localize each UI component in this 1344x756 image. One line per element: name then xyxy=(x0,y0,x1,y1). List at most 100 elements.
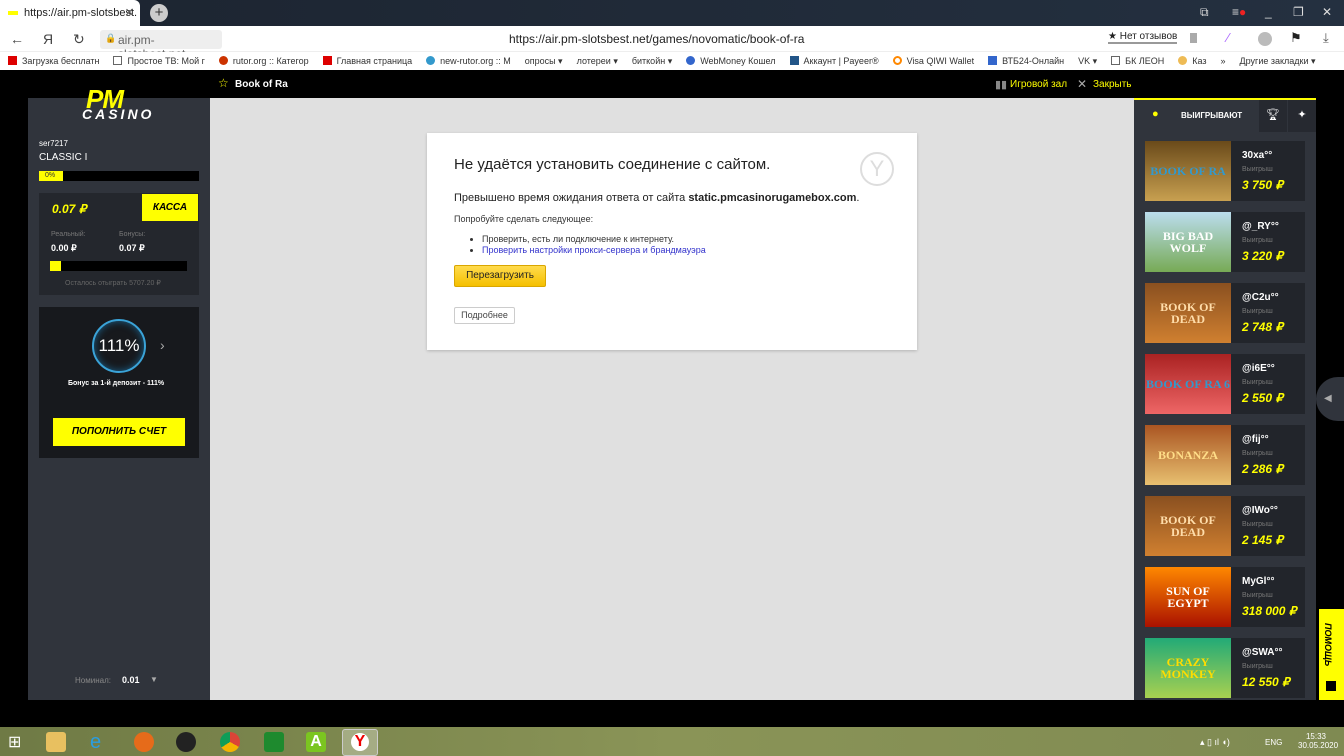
close-tab-icon[interactable]: ✕ xyxy=(125,6,134,19)
bookmark-folder[interactable]: опросы ▾ xyxy=(525,56,563,67)
help-label: ПОМОЩЬ xyxy=(1323,623,1333,667)
trophy-icon[interactable]: 🏆︎ xyxy=(1259,100,1287,132)
bookmark-icon[interactable] xyxy=(1190,33,1197,43)
pm-casino-logo[interactable]: PM CASINO xyxy=(80,84,160,124)
download-icon[interactable]: ⤓ xyxy=(1323,30,1329,46)
winner-item[interactable]: BONANZA @fij°° Выигрыш 2 286 ₽ xyxy=(1145,425,1305,485)
minimize-button[interactable]: _ xyxy=(1265,5,1272,19)
winner-item[interactable]: CRAZY MONKEY @SWA°° Выигрыш 12 550 ₽ xyxy=(1145,638,1305,698)
winner-item[interactable]: BIG BAD WOLF @_RY°° Выигрыш 3 220 ₽ xyxy=(1145,212,1305,272)
clock[interactable]: 15:33 30.05.2020 xyxy=(1298,732,1339,750)
help-button[interactable]: ПОМОЩЬ xyxy=(1319,609,1344,700)
bookmark-item[interactable]: Главная страница xyxy=(322,56,412,66)
clock-date: 30.05.2020 xyxy=(1298,741,1339,750)
bookmark-item[interactable]: Простое ТВ: Мой г xyxy=(113,56,205,66)
winner-item[interactable]: BOOK OF DEAD @C2u°° Выигрыш 2 748 ₽ xyxy=(1145,283,1305,343)
win-label: Выигрыш xyxy=(1242,166,1273,173)
bookmark-item[interactable]: WebMoney Кошел xyxy=(686,56,776,66)
game-thumbnail[interactable]: BONANZA xyxy=(1145,425,1231,485)
bookmark-item[interactable]: Каз xyxy=(1178,56,1207,66)
details-button[interactable]: Подробнее xyxy=(454,307,515,324)
host-field[interactable]: 🔒air.pm-slotsbest.net xyxy=(100,30,222,61)
winner-user: @IWo°° xyxy=(1242,505,1278,516)
bookmark-folder[interactable]: биткойн ▾ xyxy=(632,56,672,67)
restore-button[interactable]: ❐ xyxy=(1293,5,1304,19)
reload-icon[interactable]: ↻ xyxy=(73,31,85,48)
pen-icon[interactable]: ⁄ xyxy=(1227,30,1229,45)
tournament-icon[interactable]: ✦ xyxy=(1288,100,1316,132)
ie-icon[interactable]: e xyxy=(90,732,110,752)
winner-item[interactable]: SUN OF EGYPT MyGl°° Выигрыш 318 000 ₽ xyxy=(1145,567,1305,627)
reviews-button[interactable]: ★ Нет отзывов xyxy=(1108,31,1178,44)
bookmark-item[interactable]: new-rutor.org :: М xyxy=(426,56,511,66)
game-thumbnail[interactable]: CRAZY MONKEY xyxy=(1145,638,1231,698)
win-label: Выигрыш xyxy=(1242,237,1273,244)
winner-item[interactable]: BOOK OF RA 6 @i6E°° Выигрыш 2 550 ₽ xyxy=(1145,354,1305,414)
level-progress-label: 0% xyxy=(39,171,63,181)
language-indicator[interactable]: ENG xyxy=(1265,738,1282,747)
close-window-button[interactable]: ✕ xyxy=(1322,5,1332,19)
win-amount: 3 750 ₽ xyxy=(1242,178,1283,192)
app-a-icon[interactable]: A xyxy=(306,732,326,752)
tab-winners[interactable]: ● ВЫИГРЫВАЮТ xyxy=(1134,100,1259,132)
bookmark-folder[interactable]: лотереи ▾ xyxy=(577,56,618,67)
tray-icons[interactable]: ▴ ▯ ıl ◖) xyxy=(1200,737,1230,748)
winner-item[interactable]: BOOK OF DEAD @IWo°° Выигрыш 2 145 ₽ xyxy=(1145,496,1305,556)
game-thumbnail[interactable]: BOOK OF DEAD xyxy=(1145,283,1231,343)
chevron-right-icon[interactable]: › xyxy=(160,337,165,353)
close-icon[interactable]: ✕ xyxy=(1077,77,1087,91)
bookmarks-bar: Загрузка бесплатн Простое ТВ: Мой г ruto… xyxy=(0,52,1344,70)
yandex-icon[interactable]: Я xyxy=(43,31,53,47)
bonus-text: Бонус за 1-й депозит - 111% xyxy=(68,380,165,387)
explorer-icon[interactable] xyxy=(46,732,66,752)
bookmark-item[interactable]: ВТБ24-Онлайн xyxy=(988,56,1064,66)
globe-icon[interactable] xyxy=(1258,32,1272,46)
chevron-down-icon[interactable]: ▼ xyxy=(150,675,158,684)
nox-icon[interactable] xyxy=(176,732,196,752)
windows-start-icon[interactable]: ⊞ xyxy=(8,732,28,752)
winner-user: @SWA°° xyxy=(1242,647,1283,658)
bookmark-item[interactable]: Аккаунт | Payeer® xyxy=(789,56,879,66)
store-icon[interactable] xyxy=(264,732,284,752)
reload-button[interactable]: Перезагрузить xyxy=(454,265,546,287)
proxy-settings-link[interactable]: Проверить настройки прокси-сервера и бра… xyxy=(482,245,706,255)
username: ser7217 xyxy=(39,139,68,148)
bookmarks-icon[interactable]: ⧉ xyxy=(1200,5,1209,20)
browser-tab-bar xyxy=(0,0,1344,26)
favorite-star-icon[interactable]: ☆ xyxy=(218,76,229,90)
back-icon[interactable]: ← xyxy=(10,31,24,47)
other-bookmarks[interactable]: Другие закладки ▾ xyxy=(1240,56,1316,67)
game-thumbnail[interactable]: BIG BAD WOLF xyxy=(1145,212,1231,272)
winner-item[interactable]: BOOK OF RA 30xa°° Выигрыш 3 750 ₽ xyxy=(1145,141,1305,201)
more-bookmarks-button[interactable]: » xyxy=(1221,56,1226,66)
game-thumbnail[interactable]: SUN OF EGYPT xyxy=(1145,567,1231,627)
extension-icon[interactable]: ⚑ xyxy=(1290,30,1302,46)
bookmark-item[interactable]: Visa QIWI Wallet xyxy=(892,56,974,66)
suggestion-check-internet: Проверить, есть ли подключение к интерне… xyxy=(482,234,706,245)
cashier-button[interactable]: КАССА xyxy=(142,194,198,221)
collapse-panel-button[interactable]: ◀ xyxy=(1316,377,1344,421)
bookmark-item[interactable]: БК ЛЕОН xyxy=(1111,56,1164,66)
url-text[interactable]: https://air.pm-slotsbest.net/games/novom… xyxy=(509,32,804,46)
deposit-button[interactable]: ПОПОЛНИТЬ СЧЕТ xyxy=(53,418,185,446)
yandex-browser-taskbar-icon[interactable]: Y xyxy=(342,729,378,756)
game-thumbnail[interactable]: BOOK OF DEAD xyxy=(1145,496,1231,556)
menu-icon[interactable]: ≡● xyxy=(1232,5,1246,19)
winner-user: 30xa°° xyxy=(1242,150,1273,161)
win-label: Выигрыш xyxy=(1242,379,1273,386)
new-tab-button[interactable]: + xyxy=(150,4,168,22)
browser-tab[interactable]: https://air.pm-slotsbest. ✕ xyxy=(0,0,140,26)
game-hall-link[interactable]: Игровой зал xyxy=(1010,79,1067,90)
winner-user: MyGl°° xyxy=(1242,576,1275,587)
close-game-link[interactable]: Закрыть xyxy=(1093,79,1132,90)
tab-winners-label: ВЫИГРЫВАЮТ xyxy=(1181,111,1243,120)
chrome-icon[interactable] xyxy=(220,732,240,752)
bookmark-folder[interactable]: VK ▾ xyxy=(1078,56,1097,67)
game-thumbnail[interactable]: BOOK OF RA xyxy=(1145,141,1231,201)
nominal-value[interactable]: 0.01 xyxy=(122,675,140,685)
game-title: Book of Ra xyxy=(235,79,288,90)
bookmark-item[interactable]: Загрузка бесплатн xyxy=(8,56,99,66)
bookmark-item[interactable]: rutor.org :: Категор xyxy=(218,56,309,66)
firefox-icon[interactable] xyxy=(134,732,154,752)
game-thumbnail[interactable]: BOOK OF RA 6 xyxy=(1145,354,1231,414)
